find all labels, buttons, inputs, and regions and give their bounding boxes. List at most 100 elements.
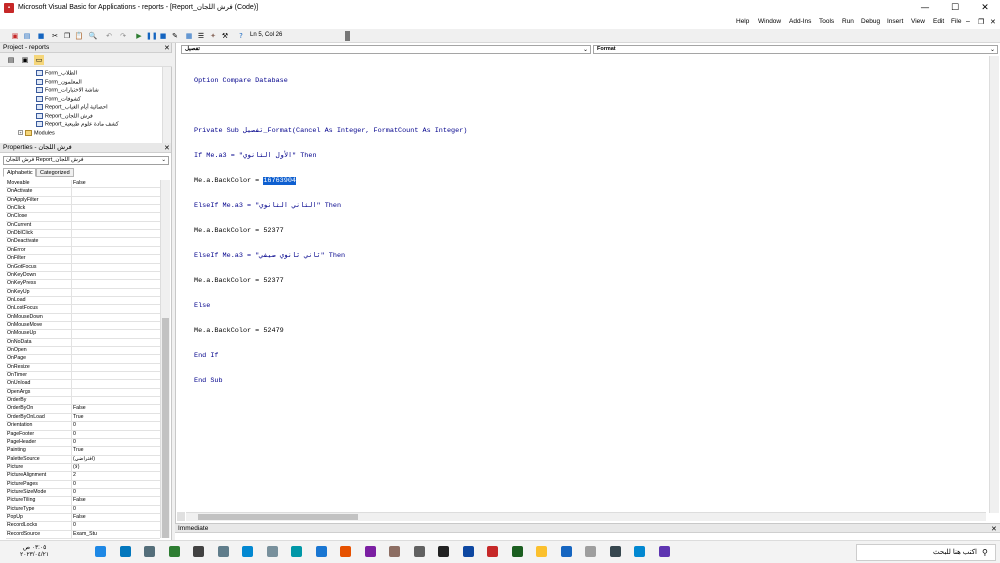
menu-view[interactable]: View: [911, 18, 925, 25]
toggle-folders-icon[interactable]: ▭: [34, 55, 44, 65]
property-value[interactable]: [71, 230, 159, 239]
project-explorer-close-icon[interactable]: ✕: [164, 44, 170, 52]
property-value[interactable]: [71, 213, 159, 222]
copy-icon[interactable]: ❐: [62, 31, 72, 41]
property-value[interactable]: [71, 321, 159, 330]
project-explorer-icon[interactable]: ▦: [184, 31, 194, 41]
property-row[interactable]: OnUnload: [6, 380, 160, 389]
mdi-minimize-icon[interactable]: –: [966, 18, 970, 25]
property-value[interactable]: True: [71, 413, 159, 422]
design-mode-icon[interactable]: ✎: [170, 31, 180, 41]
procedure-view-icon[interactable]: [177, 512, 185, 521]
access-view-icon[interactable]: ▣: [10, 31, 20, 41]
app-icon[interactable]: [364, 546, 376, 557]
tree-item[interactable]: Report_فرش اللجان: [36, 112, 93, 121]
scrollbar-thumb[interactable]: [162, 318, 169, 538]
app-icon[interactable]: [658, 546, 670, 557]
paste-icon[interactable]: 📋: [74, 31, 84, 41]
property-row[interactable]: RecordLocks 0: [6, 522, 160, 531]
maximize-button[interactable]: ☐: [940, 0, 970, 16]
property-row[interactable]: PageHeader 0: [6, 438, 160, 448]
close-button[interactable]: ✕: [970, 0, 1000, 16]
menu-file[interactable]: File: [951, 18, 961, 25]
app-icon[interactable]: [119, 546, 131, 557]
app-icon[interactable]: [487, 546, 498, 557]
object-selector[interactable]: فرش اللجان Report_فرش اللجان ⌄: [3, 156, 169, 165]
app-icon[interactable]: [634, 546, 645, 557]
procedure-combo[interactable]: Format ⌄: [593, 45, 998, 54]
property-row[interactable]: RecordSource Exam_Stu: [6, 530, 160, 540]
app-icon[interactable]: [217, 546, 229, 557]
property-value[interactable]: [71, 238, 159, 247]
property-value[interactable]: [71, 246, 159, 255]
property-value[interactable]: [71, 255, 159, 264]
property-value[interactable]: [71, 271, 159, 280]
code-horizontal-scrollbar[interactable]: [186, 512, 986, 521]
property-row[interactable]: OnLoad: [6, 296, 160, 306]
view-object-icon[interactable]: ▣: [20, 55, 30, 65]
property-value[interactable]: [71, 380, 159, 389]
tree-item[interactable]: Form_شاشة الاختبارات: [36, 87, 99, 95]
property-row[interactable]: OnFilter: [6, 255, 160, 264]
find-icon[interactable]: 🔍: [88, 31, 98, 41]
immediate-window[interactable]: Immediate ✕: [175, 523, 1000, 540]
properties-window-icon[interactable]: ☰: [196, 31, 206, 41]
view-code-icon[interactable]: ▤: [6, 55, 16, 65]
reset-icon[interactable]: ■: [158, 31, 168, 41]
property-row[interactable]: OnNoData: [6, 338, 160, 348]
property-row[interactable]: OnTimer: [6, 372, 160, 381]
property-row[interactable]: PictureTiling False: [6, 497, 160, 506]
property-row[interactable]: OnKeyPress: [6, 280, 160, 289]
app-icon[interactable]: [609, 546, 621, 557]
property-value[interactable]: True: [71, 447, 159, 456]
run-icon[interactable]: ▶: [134, 31, 144, 41]
app-icon[interactable]: [144, 546, 155, 557]
property-row[interactable]: OpenArgs: [6, 388, 160, 398]
property-value[interactable]: [71, 296, 159, 305]
app-icon[interactable]: [389, 546, 400, 557]
property-value[interactable]: [71, 288, 159, 297]
app-icon[interactable]: [536, 546, 547, 557]
tray-clock[interactable]: ٠٣:٠٥ ص ٢٠٢٣/٠٤/٢١: [20, 544, 49, 558]
property-value[interactable]: 0: [71, 488, 159, 497]
property-row[interactable]: Picture (لا): [6, 463, 160, 473]
property-value[interactable]: False: [71, 497, 159, 506]
menu-add-ins[interactable]: Add-Ins: [789, 18, 811, 25]
property-value[interactable]: [71, 221, 159, 230]
tree-item[interactable]: Report_كشف مادة علوم طبيعية: [36, 121, 119, 129]
app-icon[interactable]: [95, 546, 106, 557]
property-row[interactable]: OnResize: [6, 363, 160, 373]
tree-item[interactable]: Form_المعلمون: [36, 78, 82, 87]
property-value[interactable]: 0: [71, 505, 159, 514]
property-row[interactable]: Orientation 0: [6, 422, 160, 431]
property-row[interactable]: OnMouseDown: [6, 313, 160, 322]
app-icon[interactable]: [315, 546, 327, 557]
property-row[interactable]: PicturePages 0: [6, 480, 160, 489]
property-row[interactable]: PictureType 0: [6, 505, 160, 515]
property-value[interactable]: [71, 280, 159, 289]
properties-scrollbar[interactable]: [160, 180, 170, 538]
property-value[interactable]: False: [71, 180, 159, 188]
menu-help[interactable]: Help: [736, 18, 749, 25]
property-value[interactable]: (لا): [71, 463, 159, 472]
property-row[interactable]: OnClose: [6, 213, 160, 222]
save-icon[interactable]: ■: [36, 31, 46, 41]
property-row[interactable]: PageFooter 0: [6, 430, 160, 439]
property-row[interactable]: OrderByOnLoad True: [6, 413, 160, 423]
code-vertical-scrollbar[interactable]: [989, 56, 999, 513]
property-value[interactable]: [71, 188, 159, 197]
property-value[interactable]: (افتراضي): [71, 455, 159, 464]
app-icon[interactable]: [438, 546, 449, 557]
toolbox-icon[interactable]: ⚒: [220, 31, 230, 41]
tab-alphabetic[interactable]: Alphabetic: [3, 168, 36, 177]
property-value[interactable]: False: [71, 405, 159, 414]
properties-close-icon[interactable]: ✕: [164, 144, 170, 152]
property-row[interactable]: OnGotFocus: [6, 263, 160, 272]
minimize-button[interactable]: —: [910, 0, 940, 16]
property-value[interactable]: [71, 338, 159, 347]
immediate-close-icon[interactable]: ✕: [991, 525, 997, 533]
app-icon[interactable]: [266, 546, 278, 557]
app-icon[interactable]: [585, 546, 596, 557]
app-icon[interactable]: [462, 546, 474, 557]
app-icon[interactable]: [340, 546, 351, 557]
